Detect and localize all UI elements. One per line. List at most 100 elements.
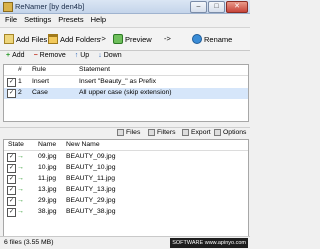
folder-icon	[48, 34, 58, 44]
files-label: Files	[126, 129, 141, 136]
state-arrow-icon: →	[17, 186, 24, 193]
toolbar-arrow-2: ->	[164, 34, 171, 43]
files-menu-button[interactable]: Files	[117, 129, 140, 136]
col-name[interactable]: Name	[38, 141, 56, 148]
maximize-button[interactable]: □	[208, 1, 225, 13]
rules-table: # Rule Statement ✓ 1 Insert Insert "Beau…	[3, 64, 249, 122]
file-name: 13.jpg	[38, 186, 57, 193]
plus-icon: +	[6, 52, 11, 59]
files-icon	[117, 129, 124, 136]
minimize-button[interactable]: –	[190, 1, 207, 13]
remove-rule-button[interactable]: − Remove	[34, 50, 66, 62]
rule-statement: Insert "Beauty_" as Prefix	[79, 78, 156, 85]
export-icon	[182, 129, 189, 136]
rule-number: 1	[18, 78, 22, 85]
rule-row[interactable]: ✓ 1 Insert Insert "Beauty_" as Prefix	[4, 77, 248, 88]
preview-label: Preview	[125, 34, 152, 44]
state-arrow-icon: →	[17, 208, 24, 215]
app-icon	[3, 2, 13, 12]
remove-rule-label: Remove	[39, 52, 66, 59]
file-new-name: BEAUTY_11.jpg	[66, 175, 115, 182]
state-arrow-icon: →	[17, 197, 24, 204]
file-name: 10.jpg	[38, 164, 57, 171]
file-checkbox[interactable]: ✓	[7, 164, 16, 173]
add-rule-label: Add	[12, 52, 25, 59]
state-arrow-icon: →	[17, 164, 24, 171]
file-checkbox[interactable]: ✓	[7, 186, 16, 195]
rules-toolbar: + Add − Remove ↑ Up ↓ Down	[0, 50, 250, 62]
rule-row[interactable]: ✓ 2 Case All upper case (skip extension)	[4, 88, 248, 99]
toolbar-arrow-1: ->	[99, 34, 106, 43]
rule-checkbox[interactable]: ✓	[7, 89, 16, 98]
file-new-name: BEAUTY_09.jpg	[66, 153, 116, 160]
rule-statement: All upper case (skip extension)	[79, 89, 172, 96]
menu-help[interactable]: Help	[91, 14, 106, 25]
file-name: 11.jpg	[38, 175, 57, 182]
move-down-button[interactable]: ↓ Down	[98, 50, 121, 62]
close-button[interactable]: ✕	[226, 1, 248, 13]
file-new-name: BEAUTY_38.jpg	[66, 208, 116, 215]
file-name: 38.jpg	[38, 208, 57, 215]
col-number[interactable]: #	[18, 66, 22, 73]
preview-icon	[113, 34, 123, 44]
export-label: Export	[191, 129, 211, 136]
move-up-button[interactable]: ↑ Up	[75, 50, 89, 62]
watermark: SOFTWARE www.apinyo.com	[170, 238, 248, 248]
col-statement[interactable]: Statement	[79, 66, 110, 73]
add-files-icon	[4, 34, 14, 44]
menu-presets[interactable]: Presets	[58, 14, 83, 25]
file-checkbox[interactable]: ✓	[7, 197, 16, 206]
add-folders-button[interactable]: Add Folders	[48, 32, 100, 46]
filters-button[interactable]: Filters	[148, 129, 176, 136]
rules-header: # Rule Statement	[4, 65, 248, 76]
file-row[interactable]: ✓ → 10.jpg BEAUTY_10.jpg	[4, 163, 248, 173]
rule-checkbox[interactable]: ✓	[7, 78, 16, 87]
file-row[interactable]: ✓ → 29.jpg BEAUTY_29.jpg	[4, 196, 248, 206]
title-bar: ReNamer [by den4b] – □ ✕	[0, 0, 250, 14]
window-controls: – □ ✕	[190, 1, 248, 13]
col-state[interactable]: State	[8, 141, 24, 148]
options-icon	[214, 129, 221, 136]
move-up-label: Up	[80, 52, 90, 59]
rule-name: Case	[32, 89, 48, 96]
menu-file[interactable]: File	[5, 14, 17, 25]
window-title: ReNamer [by den4b]	[15, 2, 85, 11]
filters-label: Filters	[157, 129, 176, 136]
export-button[interactable]: Export	[182, 129, 211, 136]
state-arrow-icon: →	[17, 153, 24, 160]
rule-name: Insert	[32, 78, 49, 85]
file-row[interactable]: ✓ → 09.jpg BEAUTY_09.jpg	[4, 152, 248, 162]
file-row[interactable]: ✓ → 11.jpg BEAUTY_11.jpg	[4, 174, 248, 184]
main-toolbar: Add Files Add Folders -> Preview -> Rena…	[0, 27, 250, 51]
minus-icon: −	[33, 52, 38, 59]
file-new-name: BEAUTY_13.jpg	[66, 186, 116, 193]
files-toolbar: Files Filters Export Options	[0, 127, 250, 139]
options-button[interactable]: Options	[214, 129, 246, 136]
file-new-name: BEAUTY_10.jpg	[66, 164, 116, 171]
move-down-label: Down	[103, 52, 122, 59]
status-bar: 6 files (3.55 MB) SOFTWARE www.apinyo.co…	[0, 236, 250, 249]
filter-icon	[148, 129, 155, 136]
add-files-label: Add Files	[16, 34, 48, 44]
preview-button[interactable]: Preview	[113, 32, 152, 46]
file-name: 09.jpg	[38, 153, 57, 160]
file-row[interactable]: ✓ → 38.jpg BEAUTY_38.jpg	[4, 207, 248, 217]
state-arrow-icon: →	[17, 175, 24, 182]
add-files-button[interactable]: Add Files	[4, 32, 47, 46]
arrow-down-icon: ↓	[98, 52, 102, 59]
col-new-name[interactable]: New Name	[66, 141, 100, 148]
menu-settings[interactable]: Settings	[24, 14, 51, 25]
add-rule-button[interactable]: + Add	[6, 50, 25, 62]
status-text: 6 files (3.55 MB)	[4, 239, 54, 246]
rule-number: 2	[18, 89, 22, 96]
add-folders-label: Add Folders	[60, 34, 101, 44]
file-checkbox[interactable]: ✓	[7, 175, 16, 184]
col-rule[interactable]: Rule	[32, 66, 46, 73]
rename-icon	[192, 34, 202, 44]
file-checkbox[interactable]: ✓	[7, 153, 16, 162]
file-new-name: BEAUTY_29.jpg	[66, 197, 116, 204]
files-header: State Name New Name	[4, 140, 248, 151]
file-row[interactable]: ✓ → 13.jpg BEAUTY_13.jpg	[4, 185, 248, 195]
rename-button[interactable]: Rename	[192, 32, 232, 46]
file-checkbox[interactable]: ✓	[7, 208, 16, 217]
